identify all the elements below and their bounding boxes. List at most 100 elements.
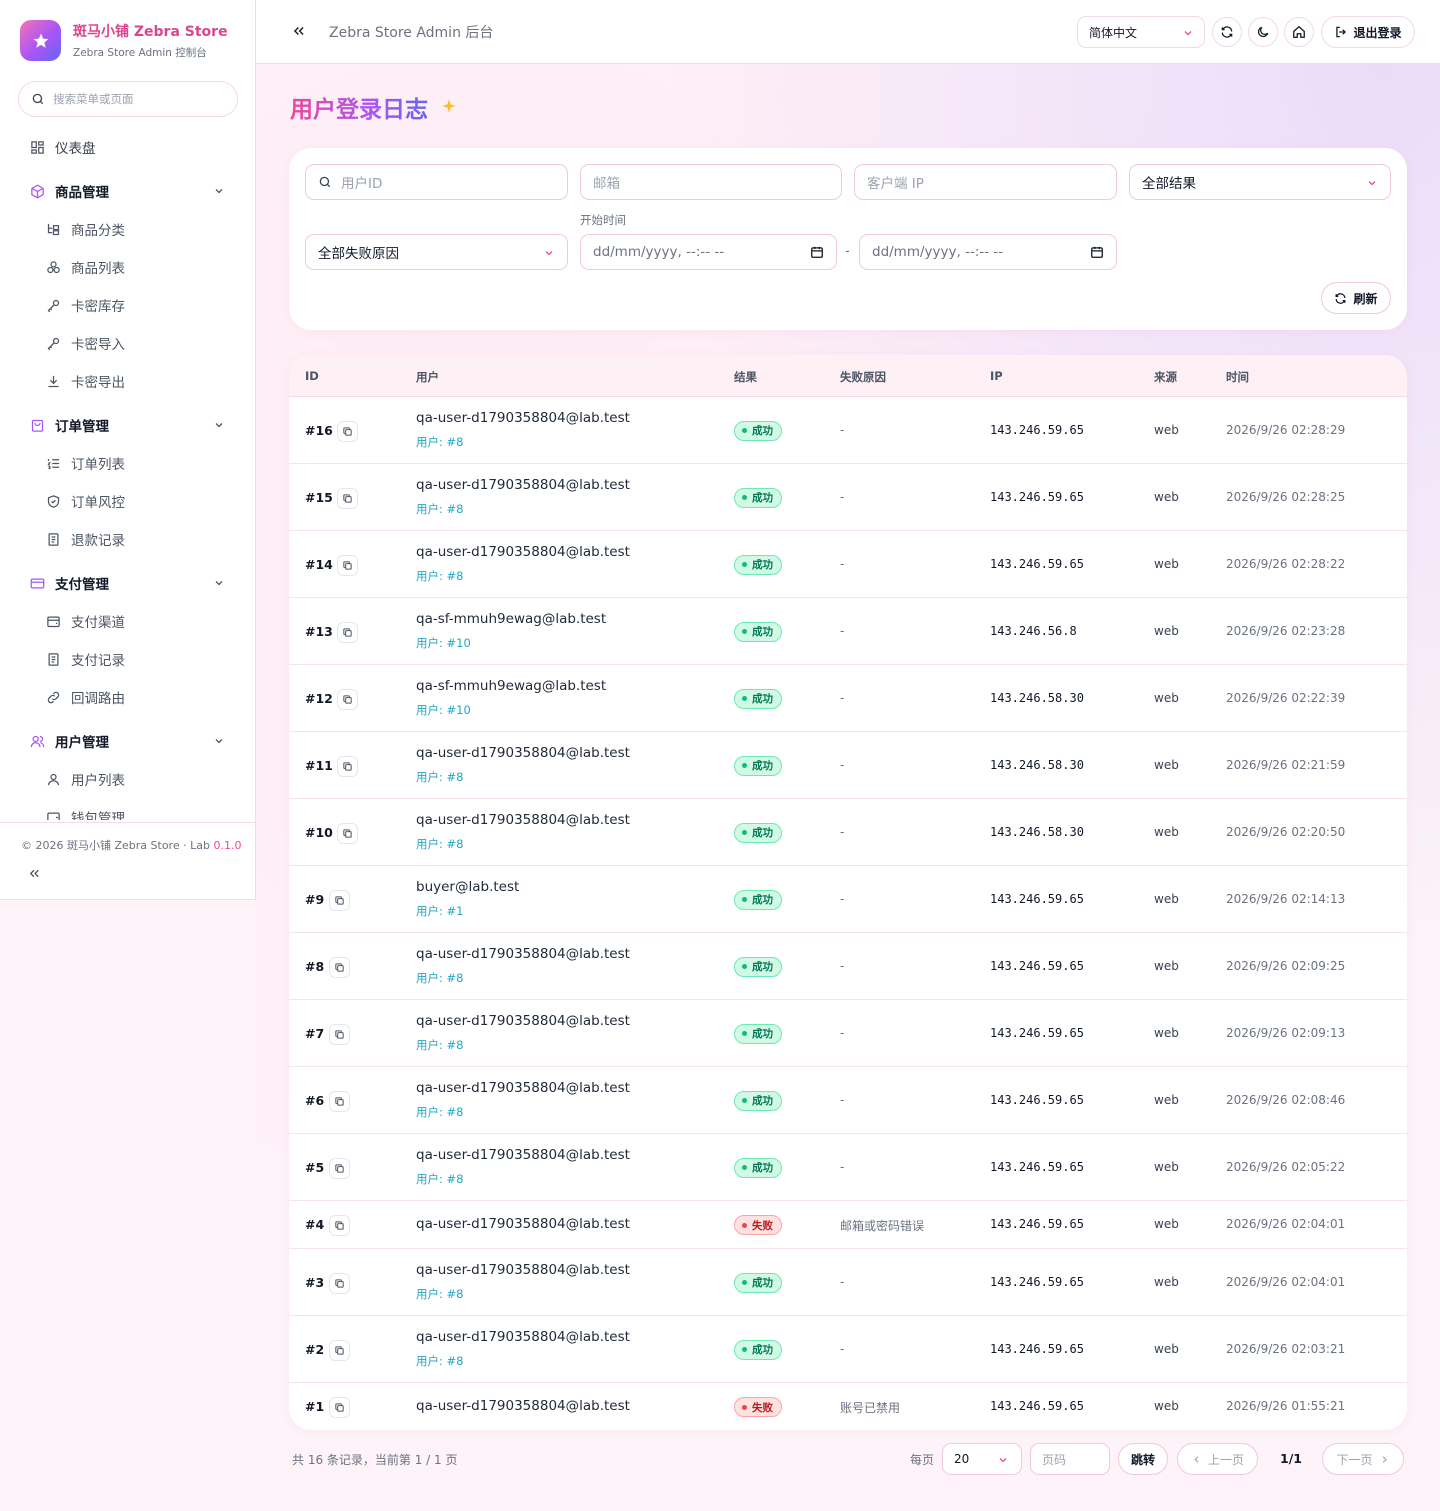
status-dot — [742, 428, 747, 433]
sidebar-item-product-list[interactable]: 商品列表 — [0, 248, 255, 286]
copy-id-button[interactable] — [337, 822, 358, 844]
row-user-link[interactable]: 用户: #8 — [416, 1104, 463, 1120]
row-id: #7 — [305, 1025, 325, 1041]
language-select[interactable]: 简体中文 — [1077, 16, 1205, 48]
row-id: #5 — [305, 1159, 325, 1175]
row-user-link[interactable]: 用户: #8 — [416, 568, 463, 584]
sidebar-item-callback-routes[interactable]: 回调路由 — [0, 678, 255, 716]
user-id-filter-input[interactable]: 用户ID — [305, 164, 568, 200]
sidebar-item-label: 订单风控 — [71, 495, 125, 511]
sidebar-item-order-list[interactable]: 订单列表 — [0, 444, 255, 482]
email-filter-input[interactable]: 邮箱 — [580, 164, 842, 200]
row-user-link[interactable]: 用户: #8 — [416, 1037, 463, 1053]
per-page-select[interactable]: 20 — [942, 1443, 1022, 1475]
refresh-button[interactable]: 刷新 — [1321, 282, 1391, 314]
reload-button[interactable] — [1212, 17, 1242, 47]
row-user-link[interactable]: 用户: #8 — [416, 434, 463, 450]
result-badge: 成功 — [734, 1272, 782, 1293]
sidebar-item-order-risk[interactable]: 订单风控 — [0, 482, 255, 520]
ip-filter-input[interactable]: 客户端 IP — [854, 164, 1117, 200]
result-label: 成功 — [752, 961, 773, 973]
copy-id-button[interactable] — [329, 1023, 350, 1045]
next-page-button[interactable]: 下一页 — [1322, 1443, 1404, 1475]
sidebar-item-pay-channels[interactable]: 支付渠道 — [0, 602, 255, 640]
sidebar-toggle-button[interactable] — [292, 24, 306, 38]
page-number-input[interactable]: 页码 — [1030, 1443, 1110, 1475]
reason-filter-select[interactable]: 全部失败原因 — [305, 234, 568, 270]
copy-id-button[interactable] — [329, 1090, 350, 1112]
sidebar-item-user-list[interactable]: 用户列表 — [0, 760, 255, 798]
row-user-link[interactable]: 用户: #8 — [416, 1171, 463, 1187]
sidebar-group-products[interactable]: 商品管理 — [0, 172, 255, 210]
row-source: web — [1154, 958, 1179, 973]
row-user-link[interactable]: 用户: #10 — [416, 702, 471, 718]
row-id: #15 — [305, 489, 333, 505]
sidebar-item-dashboard[interactable]: 仪表盘 — [0, 128, 255, 166]
copy-id-button[interactable] — [337, 688, 358, 710]
copy-id-button[interactable] — [329, 1397, 350, 1418]
copy-id-button[interactable] — [329, 1215, 350, 1236]
sidebar-group-orders[interactable]: 订单管理 — [0, 406, 255, 444]
copy-id-button[interactable] — [337, 755, 358, 777]
copy-id-button[interactable] — [329, 1272, 350, 1294]
sidebar-item-card-import[interactable]: 卡密导入 — [0, 324, 255, 362]
column-header-id: ID — [305, 369, 319, 383]
row-user-link[interactable]: 用户: #8 — [416, 836, 463, 852]
sidebar-item-wallets[interactable]: 钱包管理 — [0, 798, 255, 820]
result-filter-select[interactable]: 全部结果 — [1129, 164, 1391, 200]
theme-toggle-button[interactable] — [1248, 17, 1278, 47]
result-label: 成功 — [752, 626, 773, 638]
row-email: qa-user-d1790358804@lab.test — [416, 812, 630, 828]
row-user-link[interactable]: 用户: #8 — [416, 501, 463, 517]
sidebar-group-payments[interactable]: 支付管理 — [0, 564, 255, 602]
shopping-bag-icon — [31, 419, 44, 432]
copy-id-button[interactable] — [329, 956, 350, 978]
row-reason: - — [840, 958, 845, 973]
sidebar-group-users[interactable]: 用户管理 — [0, 722, 255, 760]
row-user-link[interactable]: 用户: #10 — [416, 635, 471, 651]
sidebar-item-refunds[interactable]: 退款记录 — [0, 520, 255, 558]
sidebar-item-pay-records[interactable]: 支付记录 — [0, 640, 255, 678]
receipt-icon — [48, 652, 59, 666]
row-ip: 143.246.59.65 — [990, 1341, 1084, 1356]
row-reason: - — [840, 891, 845, 906]
prev-page-button[interactable]: 上一页 — [1177, 1443, 1258, 1475]
chevron-left-icon — [1194, 1455, 1199, 1463]
copy-id-button[interactable] — [329, 889, 350, 911]
row-user-link[interactable]: 用户: #8 — [416, 769, 463, 785]
row-user-link[interactable]: 用户: #8 — [416, 1286, 463, 1302]
sidebar-item-card-export[interactable]: 卡密导出 — [0, 362, 255, 400]
sidebar-item-product-category[interactable]: 商品分类 — [0, 210, 255, 248]
copy-icon — [343, 426, 352, 436]
logout-button[interactable]: 退出登录 — [1321, 16, 1415, 48]
copy-icon — [343, 828, 352, 838]
chevron-down-icon — [545, 251, 553, 256]
sidebar-search-input[interactable]: 搜索菜单或页面 — [18, 81, 238, 117]
copy-id-button[interactable] — [329, 1339, 350, 1361]
copy-id-button[interactable] — [337, 487, 358, 509]
email-placeholder: 邮箱 — [593, 176, 620, 192]
row-user-link[interactable]: 用户: #8 — [416, 1353, 463, 1369]
result-label: 成功 — [752, 894, 773, 906]
boxes-icon — [47, 260, 60, 273]
sidebar-item-label: 卡密库存 — [71, 299, 125, 315]
home-button[interactable] — [1284, 17, 1314, 47]
copy-id-button[interactable] — [329, 1157, 350, 1179]
end-time-input[interactable]: dd/mm/yyyy, --:-- -- — [859, 234, 1117, 270]
copy-id-button[interactable] — [337, 554, 358, 576]
jump-button[interactable]: 跳转 — [1118, 1443, 1168, 1475]
table-row: #5 qa-user-d1790358804@lab.test 用户: #8 成功 - 1… — [289, 1134, 1407, 1201]
sidebar-collapse-button[interactable] — [28, 867, 41, 880]
row-user-link[interactable]: 用户: #1 — [416, 903, 463, 919]
copy-id-button[interactable] — [337, 621, 358, 643]
copy-id-button[interactable] — [337, 420, 358, 442]
start-time-input[interactable]: dd/mm/yyyy, --:-- -- — [580, 234, 837, 270]
column-header-time: 时间 — [1226, 370, 1249, 384]
sidebar-item-card-stock[interactable]: 卡密库存 — [0, 286, 255, 324]
status-dot — [742, 696, 747, 701]
brand[interactable]: 斑马小铺 Zebra Store Zebra Store Admin 控制台 — [20, 20, 233, 61]
row-user-link[interactable]: 用户: #8 — [416, 970, 463, 986]
row-ip: 143.246.59.65 — [990, 422, 1084, 437]
table-row: #10 qa-user-d1790358804@lab.test 用户: #8 成功 -… — [289, 799, 1407, 866]
row-reason: - — [840, 1092, 845, 1107]
